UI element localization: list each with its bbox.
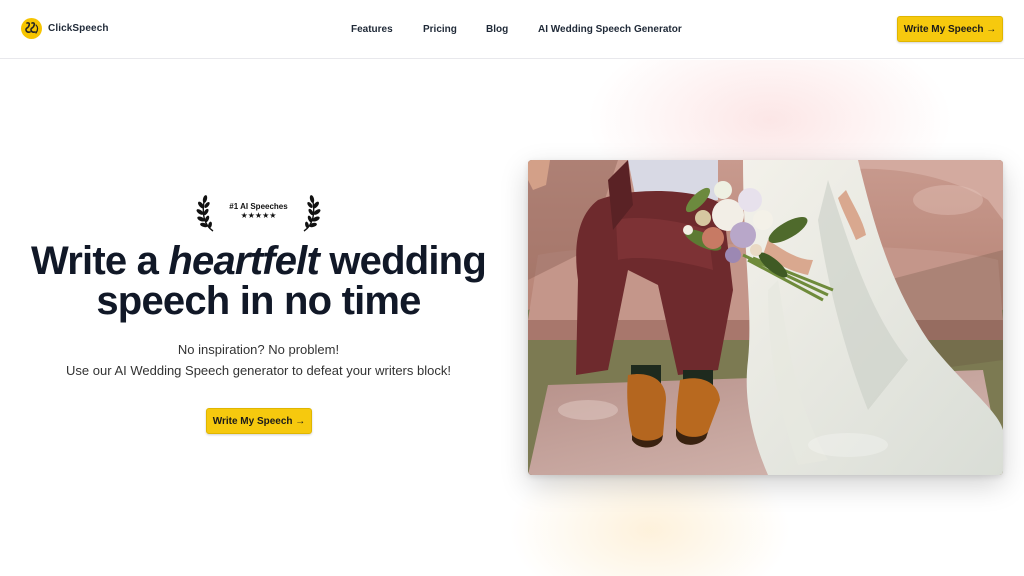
main-nav: Features Pricing Blog AI Wedding Speech … — [0, 23, 1024, 37]
laurel-left-icon — [196, 195, 214, 232]
hero-write-speech-button[interactable]: Write My Speech → — [206, 408, 312, 434]
nav-blog[interactable]: Blog — [486, 23, 508, 36]
rating-stars: ★★★★★ — [240, 211, 277, 220]
laurel-right-icon — [303, 195, 321, 232]
top-navbar: ClickSpeech Features Pricing Blog AI Wed… — [0, 0, 1024, 59]
award-badge: #1 AI Speeches ★★★★★ — [196, 191, 321, 233]
header-write-speech-button[interactable]: Write My Speech → — [897, 16, 1003, 42]
headline-before: Write a — [31, 239, 169, 283]
wedding-couple-illustration — [528, 160, 1003, 475]
hero-wedding-photo — [528, 160, 1003, 475]
hero-headline: Write a heartfelt wedding speech in no t… — [0, 241, 517, 321]
hero-subtitle-line1: No inspiration? No problem! — [177, 342, 340, 357]
hero-subtitle-line2: Use our AI Wedding Speech generator to d… — [66, 363, 451, 378]
headline-emphasis: heartfelt — [168, 239, 320, 283]
nav-pricing[interactable]: Pricing — [423, 23, 457, 36]
nav-features[interactable]: Features — [351, 23, 393, 36]
nav-ai-wedding-speech-generator[interactable]: AI Wedding Speech Generator — [538, 23, 682, 36]
